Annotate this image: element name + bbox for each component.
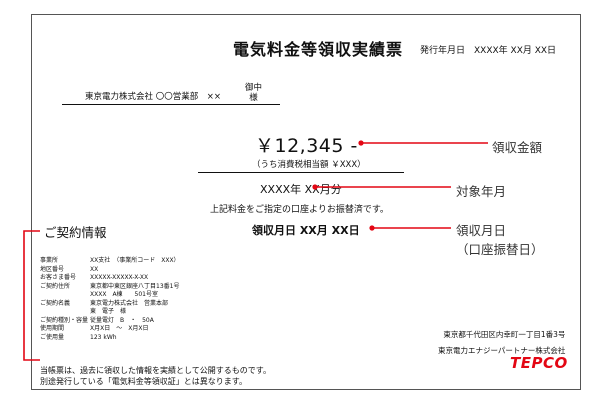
period-leader-dot xyxy=(312,184,318,190)
amount-leader-dot xyxy=(358,140,364,146)
contract-bracket xyxy=(23,230,40,361)
callout-receipt-date: 領収月日 （口座振替日） xyxy=(456,221,544,259)
receipt-leader-dot xyxy=(369,225,375,231)
annotation-overlay xyxy=(23,140,488,361)
callout-receipt-line-2: （口座振替日） xyxy=(456,242,544,257)
callout-period: 対象年月 xyxy=(456,184,507,199)
callout-amount: 領収金額 xyxy=(492,140,543,155)
callout-receipt-line-1: 領収月日 xyxy=(456,223,507,238)
